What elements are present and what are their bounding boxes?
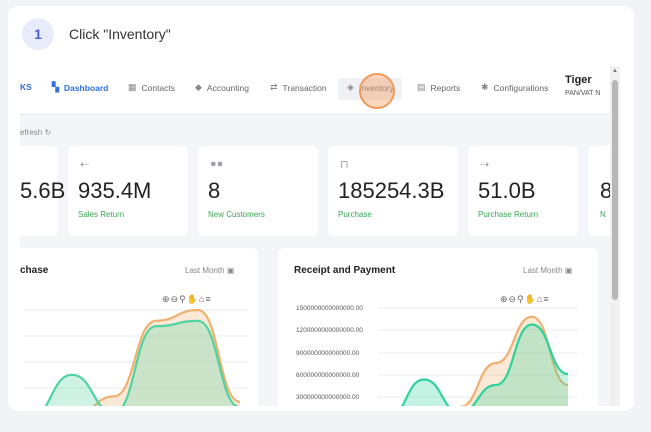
refresh-link[interactable]: efresh ↻ (20, 128, 51, 137)
return-icon: ⇠ (80, 159, 90, 171)
refresh-icon: ↻ (44, 128, 52, 137)
user-name[interactable]: Tiger (565, 74, 592, 86)
step-instruction: Click "Inventory" (69, 26, 171, 42)
purchase-return-icon: ⇢ (480, 159, 490, 171)
inventory-icon: ◈ (347, 82, 354, 92)
nav-item-contacts[interactable]: ▦ Contacts (128, 82, 175, 93)
nav-item-transaction[interactable]: ⇄ Transaction (270, 82, 327, 93)
y-tick-label: 900000000000000.00 (296, 350, 360, 357)
customers-icon: ●● (210, 158, 224, 170)
stat-card-new-customers: ●● 8 New Customers (198, 146, 318, 236)
receipt-payment-chart: 1500000000000000.00 1200000000000000.00 90… (296, 305, 578, 406)
user-pan-vat: PAN/VAT N (565, 90, 601, 97)
scrollbar[interactable]: ▲ (610, 66, 620, 406)
transaction-icon: ⇄ (270, 82, 278, 92)
dashboard-icon: ▚ (52, 82, 59, 92)
purchase-icon: ⊓ (340, 159, 349, 171)
y-tick-label: 1200000000000000.00 (296, 327, 363, 334)
scrollbar-thumb[interactable] (612, 80, 618, 300)
nav-item-configurations[interactable]: ✱ Configurations (481, 82, 548, 93)
stat-card-sales: 5.6B (20, 146, 65, 236)
purchase-chart: 00000000 (24, 308, 248, 406)
stat-card-purchase-return: ⇢ 51.0B Purchase Return (468, 146, 578, 236)
configurations-icon: ✱ (481, 82, 489, 92)
step-number-badge: 1 (22, 18, 54, 50)
nav-item-reports[interactable]: ▤ Reports (417, 82, 460, 93)
y-tick-label: 1500000000000000.00 (296, 305, 363, 312)
contacts-icon: ▦ (128, 82, 137, 92)
scroll-up-icon[interactable]: ▲ (612, 68, 618, 74)
stat-card-purchase: ⊓ 185254.3B Purchase (328, 146, 458, 236)
click-indicator (359, 73, 395, 109)
reports-icon: ▤ (417, 82, 426, 92)
accounting-icon: ◆ (195, 82, 202, 92)
y-tick-label: 600000000000000.00 (296, 372, 360, 379)
y-tick-label: 300000000000000.00 (296, 394, 360, 401)
receipt-payment-panel: Receipt and Payment Last Month ▣ ⊕⊖⚲✋⌂≡ … (278, 248, 598, 406)
nav-item-accounting[interactable]: ◆ Accounting (195, 82, 249, 93)
top-navbar: KS ▚ Dashboard ▦ Contacts ◆ Accounting ⇄… (20, 66, 610, 115)
purchase-chart-panel: chase Last Month ▣ ⊕⊖⚲✋⌂≡ 00 00 00 00 (20, 248, 258, 406)
stat-card-sales-return: ⇠ 935.4M Sales Return (68, 146, 188, 236)
nav-item-dashboard[interactable]: ▚ Dashboard (52, 82, 108, 93)
nav-item-ks[interactable]: KS (20, 82, 32, 92)
app-screenshot: KS ▚ Dashboard ▦ Contacts ◆ Accounting ⇄… (20, 66, 620, 406)
step-card: 1 Click "Inventory" KS ▚ Dashboard ▦ Con… (8, 6, 634, 411)
